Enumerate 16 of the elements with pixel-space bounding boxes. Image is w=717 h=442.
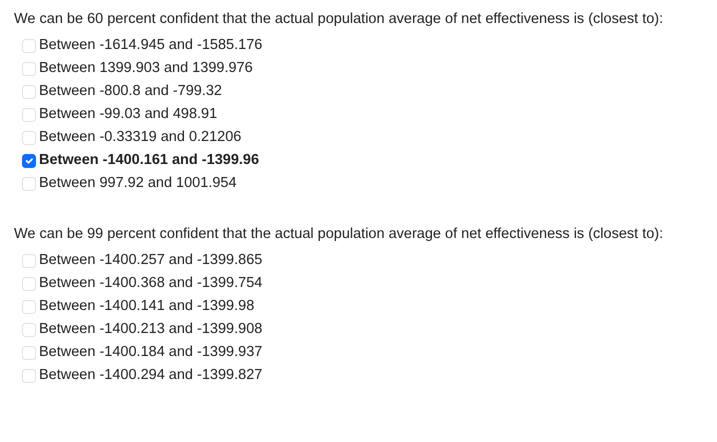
- answer-label[interactable]: Between -1400.213 and -1399.908: [39, 318, 262, 340]
- answer-label[interactable]: Between -800.8 and -799.32: [39, 80, 222, 102]
- answer-label[interactable]: Between -99.03 and 498.91: [39, 104, 218, 126]
- answer-label[interactable]: Between -1400.257 and -1399.865: [39, 250, 262, 272]
- answer-label[interactable]: Between 1399.903 and 1399.976: [39, 58, 253, 80]
- answer-label[interactable]: Between -1400.368 and -1399.754: [39, 272, 262, 294]
- answer-label[interactable]: Between -1400.161 and -1399.96: [39, 150, 260, 172]
- question-text: We can be 99 percent confident that the actual population average of net effectiveness is (closest to):: [14, 225, 664, 243]
- answer-checkbox[interactable]: [22, 154, 36, 168]
- answer-label[interactable]: Between -1614.945 and -1585.176: [39, 34, 262, 56]
- answer-label[interactable]: Between -0.33319 and 0.21206: [39, 126, 242, 148]
- answer-label[interactable]: Between 997.92 and 1001.954: [39, 172, 237, 194]
- question-text: We can be 60 percent confident that the actual population average of net effectiveness is (closest to):: [14, 10, 664, 28]
- answer-label[interactable]: Between -1400.141 and -1399.98: [39, 296, 254, 318]
- answer-label[interactable]: Between -1400.184 and -1399.937: [39, 342, 262, 364]
- answer-label[interactable]: Between -1400.294 and -1399.827: [39, 364, 262, 386]
